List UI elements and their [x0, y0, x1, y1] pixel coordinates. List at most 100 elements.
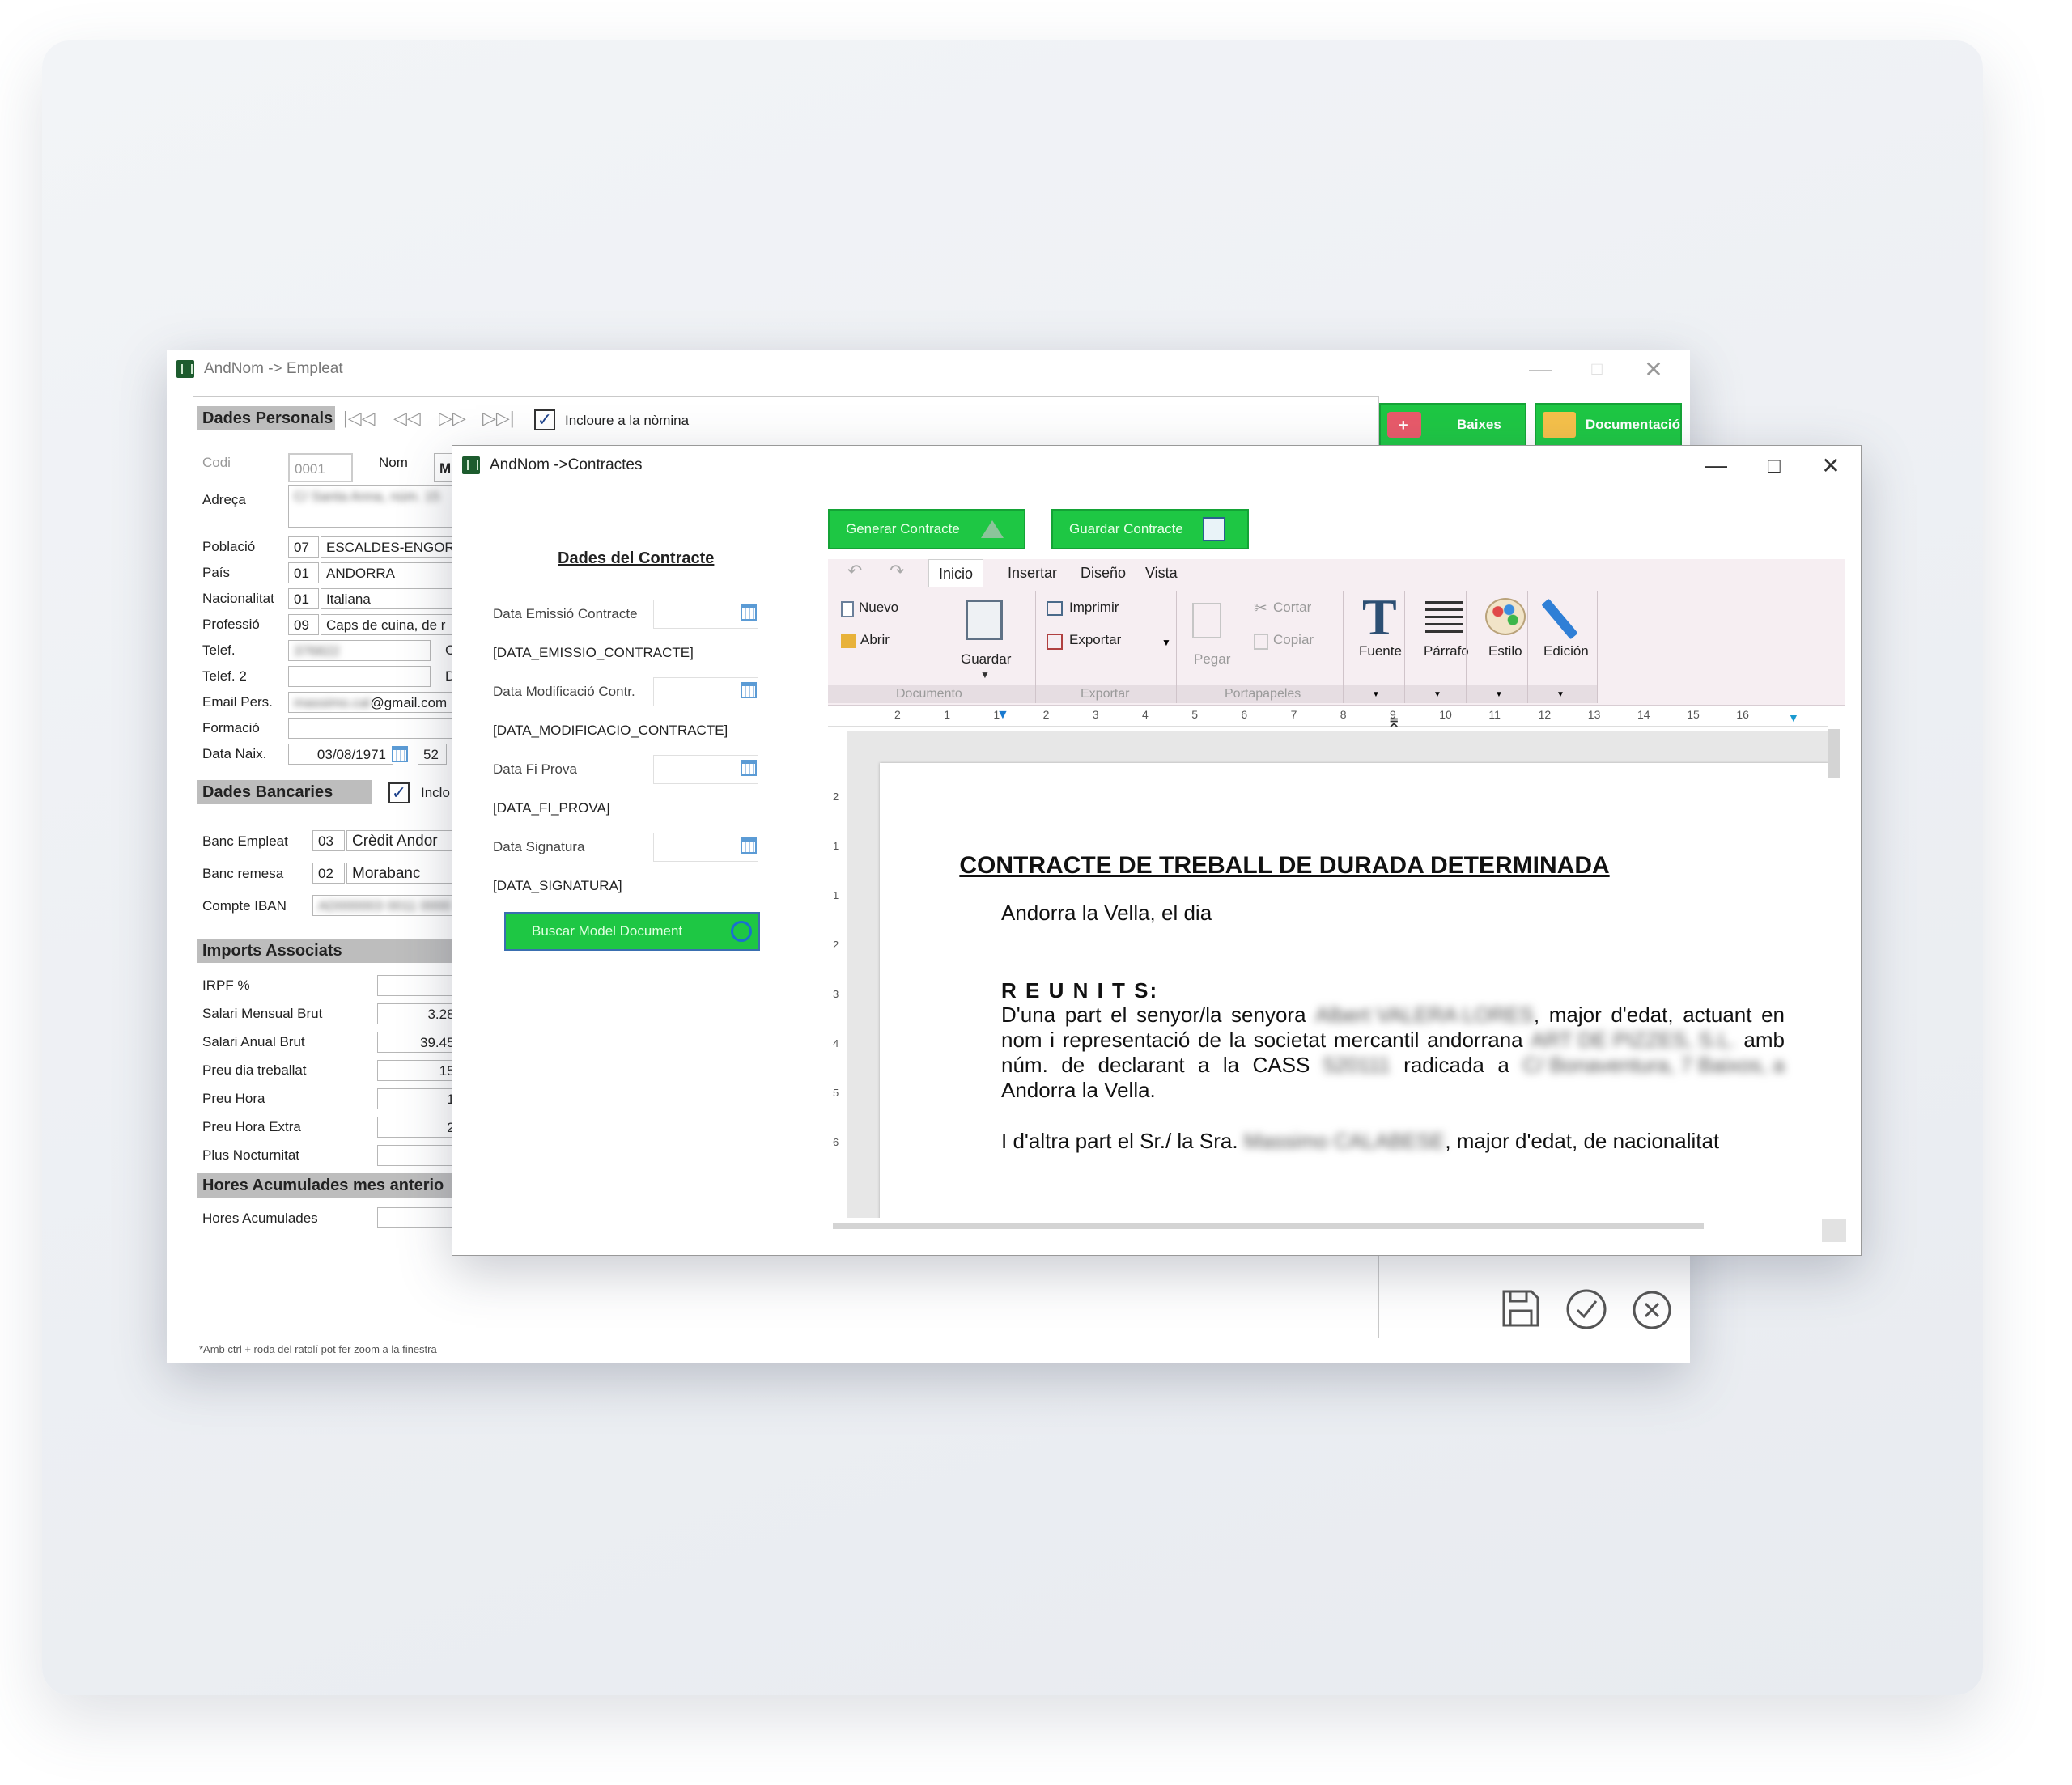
print-icon: [1047, 601, 1063, 616]
nav-first-icon[interactable]: |◁◁: [343, 408, 376, 429]
adreca-field[interactable]: C/ Santa Anna, núm. 15: [288, 485, 466, 528]
rich-editor: ↶ ↷ Inicio Insertar Diseño Vista Nuevo A…: [828, 559, 1846, 1242]
app-icon: [462, 456, 480, 474]
cancel-icon[interactable]: [1632, 1290, 1672, 1330]
ruler-tick-label: 2: [833, 939, 839, 951]
banc-remesa-code[interactable]: 02: [312, 863, 345, 884]
iban-field[interactable]: AD000003 0011 0000: [312, 895, 466, 916]
fuente-button[interactable]: Fuente: [1359, 643, 1402, 659]
nom-label: Nom: [379, 455, 408, 470]
horizontal-scrollbar[interactable]: [833, 1223, 1704, 1229]
banc-remesa-field[interactable]: Morabanc: [346, 863, 468, 884]
ruler-tick-label: 7: [1290, 708, 1297, 721]
professio-code[interactable]: 09: [288, 614, 319, 635]
close-icon[interactable]: ✕: [1802, 446, 1859, 485]
pegar-button[interactable]: Pegar: [1194, 651, 1230, 668]
banc-empleat-field[interactable]: Crèdit Andor: [346, 830, 468, 851]
maximize-button[interactable]: □: [1569, 350, 1625, 388]
poblacio-code[interactable]: 07: [288, 536, 319, 558]
poblacio-field[interactable]: ESCALDES-ENGORDANY: [321, 536, 466, 558]
ribbon-separator: [1597, 591, 1598, 703]
ruler-tick-label: 2: [1042, 708, 1050, 721]
undo-icon[interactable]: ↶: [847, 561, 862, 582]
tab-inicio[interactable]: Inicio: [928, 559, 984, 588]
pais-field[interactable]: ANDORRA: [321, 562, 466, 583]
imprimir-button[interactable]: Imprimir: [1069, 600, 1119, 616]
banc-empleat-code[interactable]: 03: [312, 830, 345, 851]
nacionalitat-label: Nacionalitat: [202, 591, 274, 606]
p1-address: C/ Bonaventura, 7 Baixos, a: [1522, 1053, 1785, 1077]
import-label: Salari Mensual Brut: [202, 1006, 323, 1021]
email-field[interactable]: massimo.cal@gmail.com: [288, 692, 458, 713]
close-icon[interactable]: ✕: [1625, 350, 1682, 388]
calendar-icon[interactable]: [741, 760, 757, 776]
minimize-button[interactable]: —: [1688, 446, 1744, 485]
buscar-model-button[interactable]: Buscar Model Document: [504, 912, 760, 951]
poblacio-label: Població: [202, 539, 256, 554]
telef-field[interactable]: 376822: [288, 640, 431, 661]
codi-field[interactable]: 0001: [288, 453, 353, 482]
ruler-tick-label: 4: [1142, 708, 1149, 721]
nav-prev-icon[interactable]: ◁◁: [393, 408, 421, 429]
nuevo-button[interactable]: Nuevo: [859, 600, 898, 616]
ruler-tick-label: 10: [1439, 708, 1452, 721]
minimize-button[interactable]: —: [1512, 350, 1569, 388]
formacio-field[interactable]: [288, 718, 466, 739]
documentacio-label: Documentació: [1585, 417, 1680, 432]
guardar-floppy-icon: [966, 600, 1003, 640]
copiar-button[interactable]: Copiar: [1273, 632, 1314, 648]
generar-contracte-button[interactable]: Generar Contracte: [828, 509, 1025, 549]
tab-vista[interactable]: Vista: [1136, 559, 1187, 587]
fuente-dropdown-icon[interactable]: ▼: [1372, 690, 1380, 699]
pais-code[interactable]: 01: [288, 562, 319, 583]
accept-icon[interactable]: [1565, 1288, 1607, 1330]
telef2-field[interactable]: [288, 666, 431, 687]
p2-name: Massimo CALABESE: [1243, 1129, 1446, 1153]
contract-field-label: Data Modificació Contr.: [493, 684, 635, 699]
ruler-tick-label: 6: [833, 1136, 839, 1148]
bank-include-checkbox[interactable]: ✓: [388, 782, 410, 803]
pais-label: País: [202, 565, 231, 580]
edicion-dropdown-icon[interactable]: ▼: [1556, 690, 1565, 699]
cortar-button[interactable]: Cortar: [1273, 600, 1311, 616]
ruler-tick-label: 5: [833, 1087, 839, 1099]
exportar-dropdown-icon[interactable]: ▼: [1161, 637, 1171, 648]
redo-icon[interactable]: ↷: [890, 561, 904, 582]
maximize-button[interactable]: □: [1746, 446, 1802, 485]
documentacio-button[interactable]: Documentació: [1535, 403, 1682, 447]
data-naix-field[interactable]: 03/08/1971: [288, 744, 393, 765]
nav-last-icon[interactable]: ▷▷|: [482, 408, 515, 429]
exportar-button[interactable]: Exportar: [1069, 632, 1121, 648]
parrafo-button[interactable]: Párrafo: [1424, 643, 1469, 659]
data-naix-calendar-icon[interactable]: [392, 746, 408, 762]
guardar-dropdown-icon[interactable]: ▼: [980, 669, 990, 681]
save-icon[interactable]: [1501, 1288, 1541, 1329]
nacionalitat-field[interactable]: Italiana: [321, 588, 466, 609]
professio-field[interactable]: Caps de cuina, de r: [321, 614, 466, 635]
estilo-dropdown-icon[interactable]: ▼: [1495, 690, 1503, 699]
calendar-icon[interactable]: [741, 682, 757, 698]
right-indent-marker[interactable]: ▼: [1788, 711, 1799, 724]
tab-diseno[interactable]: Diseño: [1071, 559, 1136, 587]
calendar-icon[interactable]: [741, 837, 757, 854]
nav-next-icon[interactable]: ▷▷: [439, 408, 466, 429]
guardar-contracte-button[interactable]: Guardar Contracte: [1051, 509, 1249, 549]
calendar-icon[interactable]: [741, 604, 757, 621]
ruler-tick-label: 15: [1687, 708, 1700, 721]
document-page[interactable]: CONTRACTE DE TREBALL DE DURADA DETERMINA…: [880, 763, 1828, 1218]
abrir-button[interactable]: Abrir: [860, 632, 890, 648]
parrafo-dropdown-icon[interactable]: ▼: [1433, 690, 1441, 699]
edicion-button[interactable]: Edición: [1543, 643, 1589, 659]
import-label: Preu dia treballat: [202, 1062, 307, 1078]
empleat-window-title: AndNom -> Empleat: [204, 360, 343, 377]
tab-insertar[interactable]: Insertar: [998, 559, 1067, 587]
nacionalitat-code[interactable]: 01: [288, 588, 319, 609]
group-exportar-label: Exportar: [1081, 687, 1130, 701]
p1-d: radicada a: [1403, 1053, 1509, 1077]
vertical-scrollbar[interactable]: [1828, 729, 1840, 778]
baixes-button[interactable]: + Baixes: [1379, 403, 1526, 447]
left-indent-marker[interactable]: ▼: [996, 708, 1009, 723]
include-payroll-checkbox[interactable]: ✓: [534, 409, 555, 430]
guardar-button[interactable]: Guardar: [961, 651, 1011, 668]
estilo-button[interactable]: Estilo: [1488, 643, 1522, 659]
